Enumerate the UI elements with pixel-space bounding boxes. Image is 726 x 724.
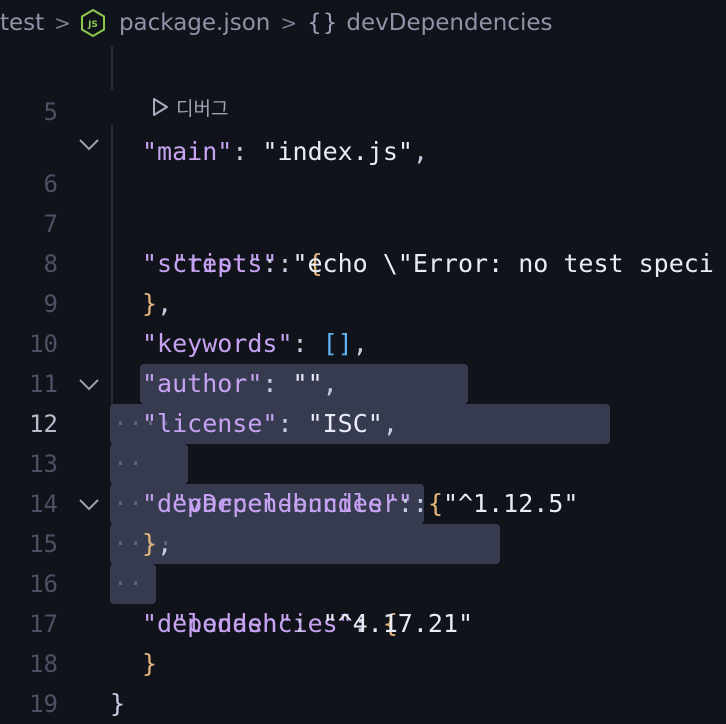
json-brace: } <box>110 689 126 718</box>
debug-codelens[interactable]: 디버그 <box>150 92 228 122</box>
code-line[interactable]: 10 "author": "", <box>0 284 726 398</box>
code-line[interactable]: 13 "parcel-bundler": "^1.12.5" <box>0 404 726 518</box>
breadcrumb-file[interactable]: JS package.json <box>80 9 270 37</box>
code-line[interactable]: 15 "dependencies": { <box>0 484 726 638</box>
code-line[interactable]: 19 <box>0 644 726 718</box>
code-line[interactable]: 18 } <box>0 604 726 718</box>
chevron-right-icon: > <box>280 11 298 35</box>
chevron-down-icon[interactable] <box>78 130 100 158</box>
code-line[interactable]: 5 "main": "index.js", <box>0 52 726 166</box>
code-line[interactable]: 14 }, <box>0 444 726 558</box>
breadcrumb-folder[interactable]: test <box>0 10 44 36</box>
line-number: 19 <box>29 690 58 718</box>
code-line[interactable]: 6 "scripts": { <box>0 124 726 278</box>
braces-icon: {} <box>307 10 339 36</box>
code-line[interactable]: 12 "devDependencies": { <box>0 364 726 518</box>
play-icon <box>153 98 168 116</box>
code-line[interactable]: 8 }, <box>0 204 726 318</box>
code-line[interactable]: 17 } <box>0 564 726 678</box>
breadcrumb: test > JS package.json > {} devDependenc… <box>0 0 726 46</box>
breadcrumb-symbol[interactable]: {} devDependencies <box>307 10 552 36</box>
chevron-right-icon: > <box>54 11 71 35</box>
code-line[interactable]: 16 "lodash": "^4.17.21" <box>0 524 726 638</box>
chevron-down-icon[interactable] <box>78 490 100 518</box>
svg-text:JS: JS <box>87 20 98 30</box>
code-line[interactable]: 9 "keywords": [], <box>0 244 726 358</box>
chevron-down-icon[interactable] <box>78 370 100 398</box>
code-line[interactable]: 11 "license": "ISC", <box>0 324 726 438</box>
code-line[interactable]: 7 "test": "echo \"Error: no test speci <box>0 164 726 278</box>
nodejs-file-icon: JS <box>80 9 105 37</box>
